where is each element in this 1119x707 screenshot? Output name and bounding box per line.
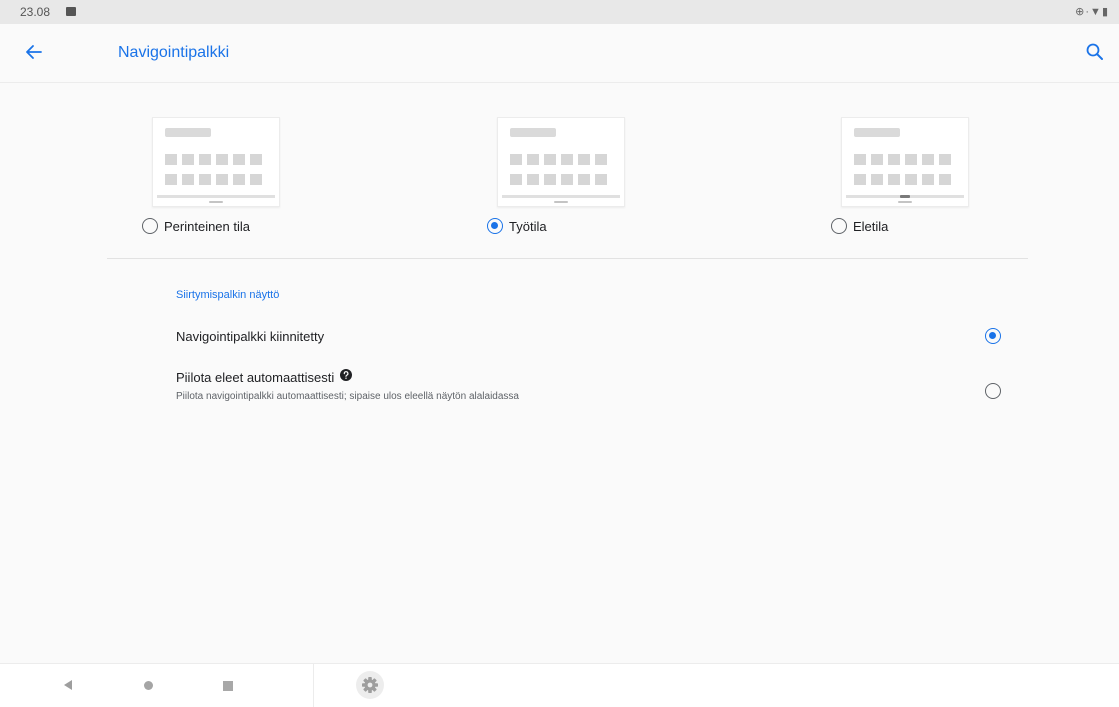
pref-auto-hide-gestures[interactable]: Piilota eleet automaattisesti Piilota na… [0,365,1119,417]
arrow-left-icon [26,45,42,59]
mode-radio-work[interactable]: Työtila [487,218,547,234]
settings-button[interactable] [355,670,385,700]
circle-icon[interactable] [144,681,153,690]
divider [107,258,1028,259]
pref-subtitle: Piilota navigointipalkki automaattisesti… [176,391,519,402]
mode-label: Työtila [509,218,547,234]
page-title: Navigointipalkki [118,44,230,61]
radio-button-selected[interactable] [985,328,1001,344]
radio-button[interactable] [831,218,847,234]
mode-radio-gesture[interactable]: Eletila [831,218,888,234]
system-navigation-bar [0,663,1119,707]
mode-option-gesture[interactable]: Eletila [829,117,1049,247]
mode-preview-gesture [841,117,969,207]
back-button[interactable] [22,40,46,64]
pref-title: Piilota eleet automaattisesti [176,370,335,385]
status-icons: ⊕·▼▮ [1075,6,1109,18]
search-icon [1086,43,1103,60]
mode-preview-work [497,117,625,207]
pref-navbar-pinned[interactable]: Navigointipalkki kiinnitetty [0,318,1119,356]
status-time: 23.08 [20,5,51,19]
mode-radio-traditional[interactable]: Perinteinen tila [142,218,250,234]
pref-title: Navigointipalkki kiinnitetty [176,329,325,344]
app-bar: Navigointipalkki [0,24,1119,83]
mode-option-traditional[interactable]: Perinteinen tila [140,117,360,247]
mode-label: Perinteinen tila [164,218,250,234]
radio-button[interactable] [142,218,158,234]
radio-button-selected[interactable] [487,218,503,234]
section-title: Siirtymispalkin näyttö [176,289,280,301]
nav-separator [313,664,314,707]
mode-preview-traditional [152,117,280,207]
image-notification-icon [66,7,76,16]
triangle-left-icon[interactable] [64,680,72,690]
status-bar: 23.08 ⊕·▼▮ [0,0,1119,24]
radio-button[interactable] [985,383,1001,399]
gear-icon [356,671,384,699]
square-icon[interactable] [223,681,233,691]
mode-label: Eletila [853,218,889,234]
search-button[interactable] [1083,40,1107,64]
pref-title-wrap: Piilota eleet automaattisesti [176,368,353,385]
mode-option-work[interactable]: Työtila [485,117,705,247]
help-circle-icon[interactable] [340,368,353,381]
